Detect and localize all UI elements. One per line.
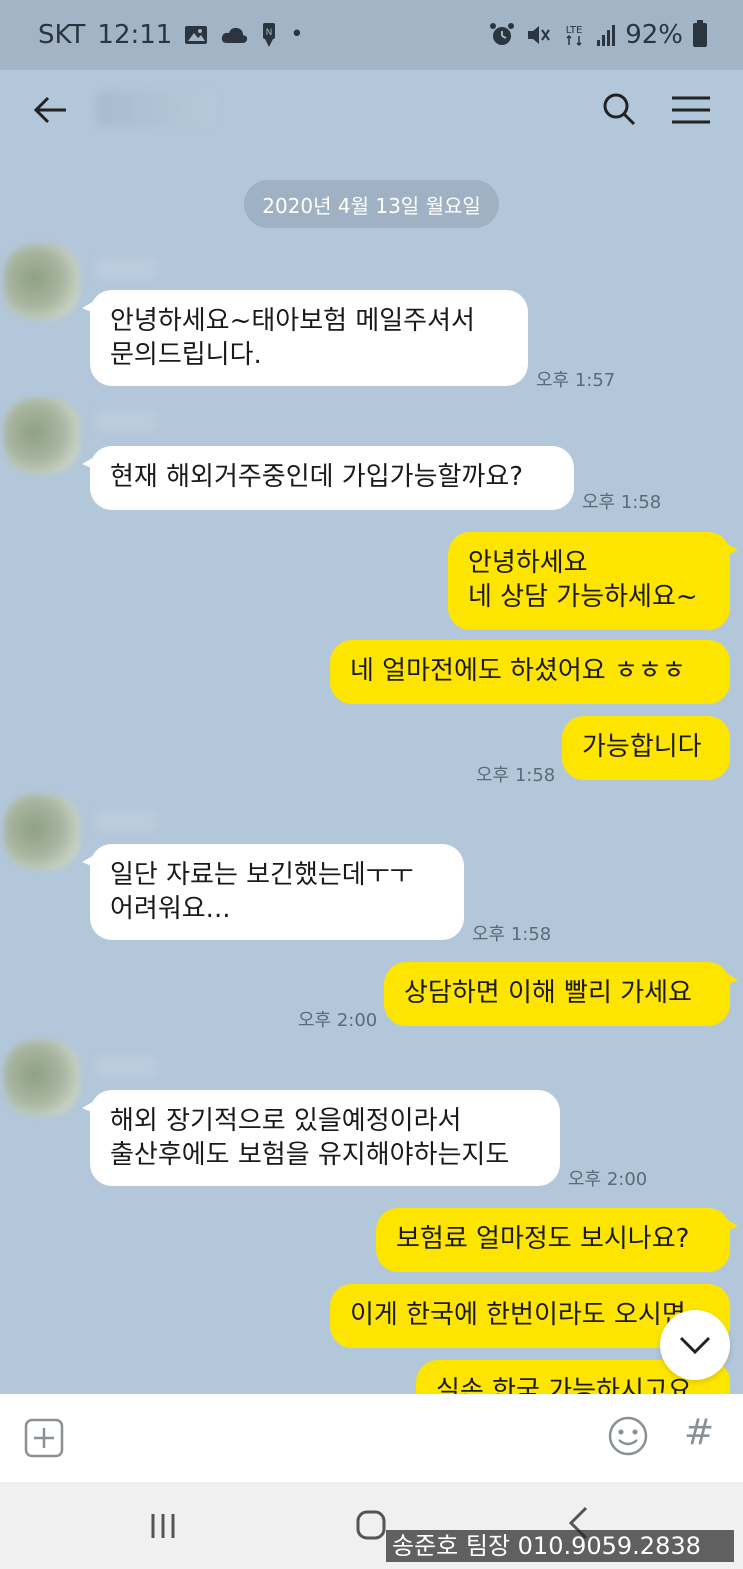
status-bar: SKT 12:11 N • LTE 92% (0, 0, 743, 70)
recent-apps-icon[interactable] (148, 1512, 178, 1540)
message-bubble-incoming[interactable]: 해외 장기적으로 있을예정이라서 출산후에도 보험을 유지해야하는지도 (82, 1090, 560, 1186)
message-time: 오후 2:00 (298, 1010, 378, 1031)
message-time: 오후 1:57 (536, 370, 616, 391)
menu-icon[interactable] (668, 90, 716, 130)
status-left: SKT 12:11 N • (38, 20, 303, 50)
alarm-icon (490, 23, 515, 45)
message-bubble-outgoing[interactable]: 가능합니다 (562, 716, 730, 780)
svg-text:LTE: LTE (566, 25, 583, 36)
message-bubble-outgoing[interactable]: 네 얼마전에도 하셨어요 ㅎㅎㅎ (330, 640, 730, 704)
more-notifications-dot-icon: • (290, 22, 304, 47)
back-arrow-icon[interactable] (30, 88, 74, 132)
image-icon (185, 26, 208, 44)
plus-icon[interactable] (24, 1418, 64, 1458)
svg-text:N: N (266, 28, 273, 38)
message-bubble-outgoing[interactable]: 안녕하세요 네 상담 가능하세요~ (448, 532, 738, 630)
message-bubble-outgoing[interactable]: 보험료 얼마정도 보시나요? (376, 1208, 738, 1272)
sender-name (96, 410, 156, 432)
signal-icon (597, 24, 616, 46)
chat-room-title (96, 92, 216, 126)
message-time: 오후 2:00 (568, 1169, 648, 1190)
message-bubble-incoming[interactable]: 현재 해외거주중인데 가입가능할까요? (82, 446, 574, 510)
cloud-icon (222, 27, 248, 43)
clock-label: 12:11 (97, 20, 173, 50)
sender-name (96, 258, 156, 280)
search-icon[interactable] (598, 88, 642, 132)
emoji-icon[interactable] (606, 1414, 650, 1458)
sender-name (96, 810, 156, 832)
message-time: 오후 1:58 (476, 765, 556, 786)
sender-name (96, 1056, 156, 1078)
avatar[interactable] (4, 398, 80, 474)
notification-icon: N (263, 23, 276, 47)
chevron-down-icon (679, 1336, 711, 1355)
battery-label: 92% (625, 20, 683, 50)
watermark-contact: 송준호 팀장 010.9059.2838 (386, 1530, 734, 1562)
lte-icon: LTE (566, 25, 583, 47)
avatar[interactable] (4, 244, 80, 320)
message-bubble-incoming[interactable]: 일단 자료는 보긴했는데ㅜㅜ 어려워요... (82, 844, 464, 940)
battery-icon (693, 20, 707, 47)
chat-screen: SKT 12:11 N • LTE 92% 2020년 4월 13일 월요일 안… (0, 0, 743, 1394)
status-right: LTE 92% (489, 20, 707, 50)
chat-header (0, 70, 743, 150)
carrier-label: SKT (38, 20, 86, 50)
message-bubble-incoming[interactable]: 안녕하세요~태아보험 메일주셔서 문의드립니다. (82, 290, 528, 386)
scroll-to-bottom-button[interactable] (660, 1310, 730, 1380)
avatar[interactable] (4, 1040, 80, 1116)
message-time: 오후 1:58 (582, 492, 662, 513)
message-bubble-outgoing[interactable]: 상담하면 이해 빨리 가세요 (384, 962, 738, 1026)
message-time: 오후 1:58 (472, 924, 552, 945)
message-input-bar: # (0, 1394, 743, 1482)
hashtag-icon[interactable]: # (684, 1412, 714, 1453)
date-divider: 2020년 4월 13일 월요일 (244, 180, 499, 228)
mute-icon (528, 26, 551, 44)
home-icon[interactable] (356, 1510, 386, 1540)
avatar[interactable] (4, 794, 80, 870)
